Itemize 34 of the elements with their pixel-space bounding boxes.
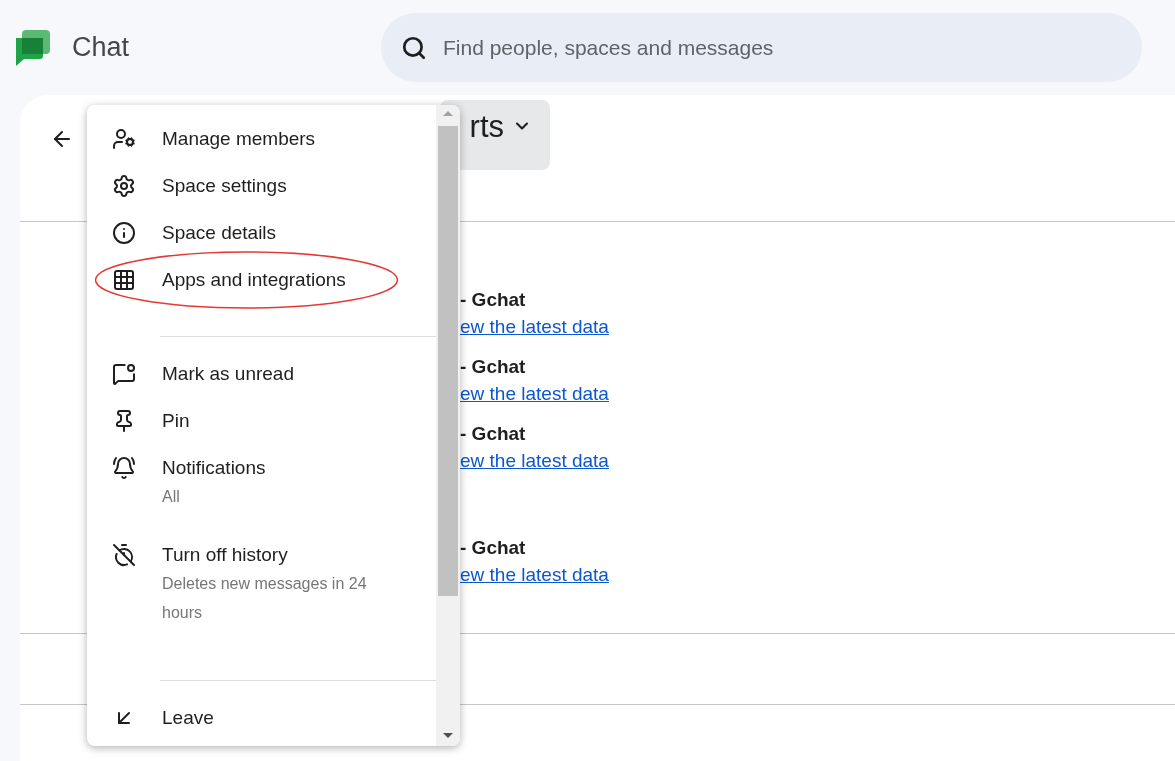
message-sender: - Gchat bbox=[460, 355, 527, 379]
message-link[interactable]: ew the latest data bbox=[460, 312, 1175, 342]
bell-ringing-icon bbox=[112, 456, 136, 480]
app-title: Chat bbox=[72, 31, 131, 65]
settings-icon bbox=[112, 174, 136, 198]
menu-item[interactable]: Pin bbox=[87, 407, 436, 454]
scrollbar[interactable] bbox=[436, 105, 460, 746]
search-icon bbox=[401, 34, 427, 61]
user-gear-icon bbox=[112, 127, 136, 151]
message-link[interactable]: ew the latest data bbox=[460, 379, 1175, 409]
menu-item-subtitle: Deletes new messages in 24 hours bbox=[162, 574, 368, 623]
menu-item[interactable]: Space settings bbox=[87, 172, 436, 219]
menu-item-subtitle: All bbox=[162, 487, 181, 507]
menu-item[interactable]: Mark as unread bbox=[87, 360, 436, 407]
timer-off-icon bbox=[112, 543, 136, 567]
menu-item[interactable]: Notifications All bbox=[87, 454, 436, 541]
message-sender: - Gchat bbox=[460, 422, 527, 446]
scroll-down-icon[interactable] bbox=[443, 733, 453, 738]
message-sender: - Gchat bbox=[460, 536, 527, 560]
grid-icon bbox=[112, 268, 136, 292]
message-dot-icon bbox=[112, 362, 136, 386]
menu-item[interactable]: Turn off history Deletes new messages in 24 hours bbox=[87, 541, 436, 657]
menu-item[interactable]: Manage members bbox=[87, 125, 436, 172]
scrollbar-thumb[interactable] bbox=[438, 126, 458, 596]
info-icon bbox=[112, 221, 136, 245]
menu-item[interactable]: Apps and integrations bbox=[87, 266, 436, 313]
message-link[interactable]: ew the latest data bbox=[460, 560, 1175, 590]
scroll-up-icon[interactable] bbox=[443, 111, 453, 116]
menu-item[interactable]: Space details bbox=[87, 219, 436, 266]
message-sender: - Gchat bbox=[460, 288, 527, 312]
search-bar[interactable]: Find people, spaces and messages bbox=[381, 13, 1142, 82]
menu-item[interactable]: Leave bbox=[87, 704, 436, 746]
search-field[interactable]: Find people, spaces and messages bbox=[443, 31, 1122, 64]
message-link[interactable]: ew the latest data bbox=[460, 446, 1175, 476]
